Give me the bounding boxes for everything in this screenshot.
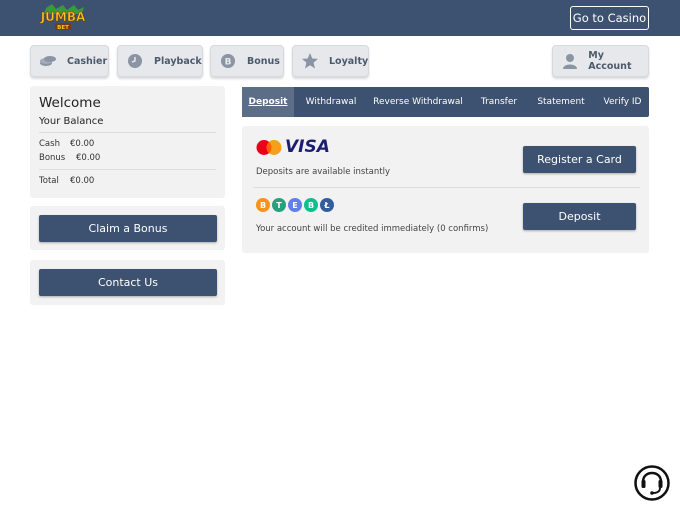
svg-text:B: B	[225, 58, 232, 68]
svg-text:JUMBA: JUMBA	[40, 10, 86, 24]
loyalty-button[interactable]: Loyalty	[292, 45, 369, 77]
loyalty-label: Loyalty	[329, 55, 369, 67]
my-account-button[interactable]: My Account	[552, 45, 649, 77]
go-to-casino-button[interactable]: Go to Casino	[570, 6, 649, 30]
balance-panel: Welcome Your Balance Cash €0.00 Bonus €0…	[30, 86, 225, 198]
cash-label: Cash	[39, 139, 60, 149]
divider	[253, 187, 640, 188]
playback-label: Playback	[154, 55, 202, 67]
total-value: €0.00	[70, 176, 95, 186]
crypto-deposit-note: Your account will be credited immediatel…	[256, 224, 489, 234]
tab-verify-id[interactable]: Verify ID	[598, 87, 647, 117]
card-deposit-note: Deposits are available instantly	[256, 167, 390, 177]
crypto-deposit-button[interactable]: Deposit	[523, 203, 636, 230]
tether-icon: T	[272, 198, 286, 212]
my-account-label: My Account	[588, 50, 632, 72]
bitcoin-icon: B	[256, 198, 270, 212]
playback-icon	[126, 52, 144, 70]
live-chat-icon[interactable]	[634, 465, 670, 501]
divider	[39, 132, 216, 133]
welcome-title: Welcome	[39, 95, 101, 111]
tab-deposit[interactable]: Deposit	[242, 87, 294, 117]
mastercard-icon	[256, 140, 282, 155]
coins-icon	[39, 52, 57, 70]
ethereum-icon: E	[288, 198, 302, 212]
total-label: Total	[39, 176, 59, 186]
playback-button[interactable]: Playback	[117, 45, 203, 77]
visa-logo: VISA	[285, 137, 330, 157]
register-card-button[interactable]: Register a Card	[523, 146, 636, 173]
tab-withdrawal[interactable]: Withdrawal	[298, 87, 364, 117]
contact-us-button[interactable]: Contact Us	[39, 269, 217, 296]
bonus-balance-value: €0.00	[76, 153, 101, 163]
loyalty-star-icon	[301, 52, 319, 70]
tab-transfer[interactable]: Transfer	[473, 87, 525, 117]
tab-reverse-withdrawal[interactable]: Reverse Withdrawal	[370, 87, 466, 117]
balance-title: Your Balance	[39, 116, 104, 127]
bonus-button[interactable]: B Bonus	[210, 45, 284, 77]
bonus-icon: B	[219, 52, 237, 70]
bitcoin-cash-icon: B	[304, 198, 318, 212]
cashier-button[interactable]: Cashier	[30, 45, 109, 77]
bonus-label: Bonus	[247, 55, 280, 67]
top-bar: JUMBA BET Go to Casino	[0, 0, 680, 36]
user-icon	[561, 52, 578, 70]
cash-value: €0.00	[70, 139, 95, 149]
litecoin-icon: Ł	[320, 198, 334, 212]
svg-text:BET: BET	[57, 25, 69, 31]
divider	[39, 169, 216, 170]
tab-bar: Deposit Withdrawal Reverse Withdrawal Tr…	[242, 87, 649, 117]
bonus-balance-label: Bonus	[39, 153, 66, 163]
claim-bonus-button[interactable]: Claim a Bonus	[39, 215, 217, 242]
jumba-bet-logo[interactable]: JUMBA BET	[36, 4, 90, 32]
cashier-label: Cashier	[67, 55, 108, 67]
tab-statement[interactable]: Statement	[532, 87, 590, 117]
